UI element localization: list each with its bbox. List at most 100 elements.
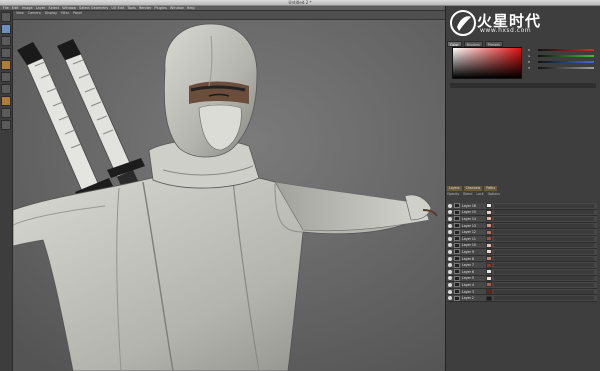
- brush-tool-button[interactable]: [1, 72, 11, 82]
- color-slider-track[interactable]: [538, 48, 594, 51]
- eye-icon[interactable]: [448, 289, 452, 294]
- eye-icon[interactable]: [448, 263, 452, 268]
- layer-color-swatch: [486, 209, 492, 215]
- menu-item[interactable]: Select Geometry: [79, 6, 108, 10]
- layer-opacity-track[interactable]: [494, 216, 594, 221]
- eye-icon[interactable]: [448, 203, 452, 208]
- menu-item[interactable]: Plugins: [154, 6, 167, 10]
- layer-row[interactable]: Layer 3: [447, 288, 597, 296]
- eye-icon[interactable]: [448, 296, 452, 301]
- layer-row[interactable]: Layer 16: [447, 203, 597, 210]
- swatch-strip[interactable]: [450, 83, 596, 88]
- menu-item[interactable]: File: [3, 6, 9, 10]
- eraser-tool-button[interactable]: [1, 84, 11, 94]
- menu-item[interactable]: Render: [139, 6, 151, 10]
- menu-item[interactable]: Help: [187, 6, 195, 10]
- clone-tool-button[interactable]: [1, 120, 11, 130]
- layer-opacity-track[interactable]: [494, 276, 594, 281]
- layer-opacity-track[interactable]: [494, 296, 594, 301]
- layer-opacity-track[interactable]: [494, 210, 594, 215]
- layer-thumbnail: [454, 203, 460, 209]
- viewport-menu-item[interactable]: Filter: [61, 11, 69, 16]
- scale-tool-button[interactable]: [1, 48, 11, 58]
- layer-row[interactable]: Layer 7: [447, 262, 597, 269]
- layers-menu-item[interactable]: Blend: [463, 192, 472, 197]
- eye-icon[interactable]: [448, 256, 452, 261]
- menu-item[interactable]: Window: [62, 6, 76, 10]
- menu-item[interactable]: UV Edit: [111, 6, 124, 10]
- 3d-viewport[interactable]: [13, 20, 445, 371]
- eye-icon[interactable]: [448, 236, 452, 241]
- layer-row[interactable]: Layer 13: [447, 222, 597, 230]
- fill-tool-button[interactable]: [1, 96, 11, 106]
- layer-name: Layer 14: [462, 216, 476, 221]
- hxsd-logo-icon: [450, 10, 476, 36]
- eye-icon[interactable]: [448, 223, 452, 228]
- eye-icon[interactable]: [448, 216, 452, 221]
- layer-row[interactable]: Layer 8: [447, 255, 597, 263]
- layer-name: Layer 10: [462, 243, 476, 248]
- color-slider-row: G: [528, 53, 594, 58]
- layer-opacity-track[interactable]: [494, 289, 594, 294]
- layer-thumbnail: [454, 216, 460, 222]
- menu-item[interactable]: Window: [170, 6, 184, 10]
- color-slider-row: B: [528, 60, 594, 64]
- layer-name: Layer 11: [462, 236, 476, 241]
- layer-opacity-track[interactable]: [494, 203, 594, 208]
- menu-item[interactable]: Select: [48, 6, 59, 10]
- layer-row[interactable]: Layer 11: [447, 235, 597, 243]
- layer-row[interactable]: Layer 9: [447, 249, 597, 256]
- layer-row[interactable]: Layer 15: [447, 209, 597, 217]
- viewport-menu-item[interactable]: Panel: [73, 11, 82, 16]
- menu-item[interactable]: Tools: [127, 6, 136, 10]
- layer-thumbnail: [454, 223, 460, 229]
- layer-name: Layer 4: [462, 282, 474, 287]
- layer-color-swatch: [486, 242, 492, 248]
- eye-icon[interactable]: [448, 276, 452, 281]
- layer-row[interactable]: Layer 12: [447, 229, 597, 236]
- layer-opacity-track[interactable]: [494, 230, 594, 235]
- menu-item[interactable]: Layer: [36, 6, 46, 10]
- eye-icon[interactable]: [448, 243, 452, 248]
- rotate-tool-button[interactable]: [1, 36, 11, 46]
- color-slider-label: G: [528, 53, 531, 58]
- color-slider-track[interactable]: [538, 54, 594, 57]
- layer-row[interactable]: Layer 14: [447, 216, 597, 223]
- layer-opacity-track[interactable]: [494, 243, 594, 248]
- eye-icon[interactable]: [448, 269, 452, 274]
- layers-menu-item[interactable]: Options: [488, 192, 500, 197]
- layer-row[interactable]: Layer 2: [447, 295, 597, 302]
- layer-opacity-track[interactable]: [494, 236, 594, 241]
- layer-row[interactable]: Layer 5: [447, 275, 597, 283]
- layer-color-swatch: [486, 289, 492, 295]
- layer-opacity-track[interactable]: [494, 282, 594, 287]
- viewport-menu-item[interactable]: Display: [45, 11, 57, 16]
- move-tool-button[interactable]: [1, 24, 11, 34]
- layer-row[interactable]: Layer 6: [447, 268, 597, 276]
- color-picker-area[interactable]: [452, 47, 522, 79]
- layer-opacity-track[interactable]: [494, 269, 594, 274]
- color-slider-track[interactable]: [538, 66, 594, 69]
- layers-menu-item[interactable]: Opacity: [447, 192, 459, 197]
- eye-icon[interactable]: [448, 210, 452, 215]
- layers-tab[interactable]: Layers: [447, 186, 462, 191]
- menu-item[interactable]: Image: [22, 6, 33, 10]
- eye-icon[interactable]: [448, 249, 452, 254]
- paint-tool-button[interactable]: [1, 60, 11, 70]
- select-tool-button[interactable]: [1, 12, 11, 22]
- layer-opacity-track[interactable]: [494, 249, 594, 254]
- layers-tab[interactable]: Channels: [463, 186, 483, 191]
- layers-menu-item[interactable]: Lock: [476, 192, 483, 197]
- layer-opacity-track[interactable]: [494, 263, 594, 268]
- layer-name: Layer 5: [462, 276, 474, 281]
- menu-item[interactable]: Edit: [12, 6, 19, 10]
- eye-icon[interactable]: [448, 282, 452, 287]
- layer-row[interactable]: Layer 4: [447, 282, 597, 289]
- eye-icon[interactable]: [448, 230, 452, 235]
- smudge-tool-button[interactable]: [1, 108, 11, 118]
- layers-tab[interactable]: Paths: [484, 186, 497, 191]
- color-slider-track[interactable]: [538, 60, 594, 63]
- layer-opacity-track[interactable]: [494, 256, 594, 261]
- layer-opacity-track[interactable]: [494, 223, 594, 228]
- layer-row[interactable]: Layer 10: [447, 242, 597, 250]
